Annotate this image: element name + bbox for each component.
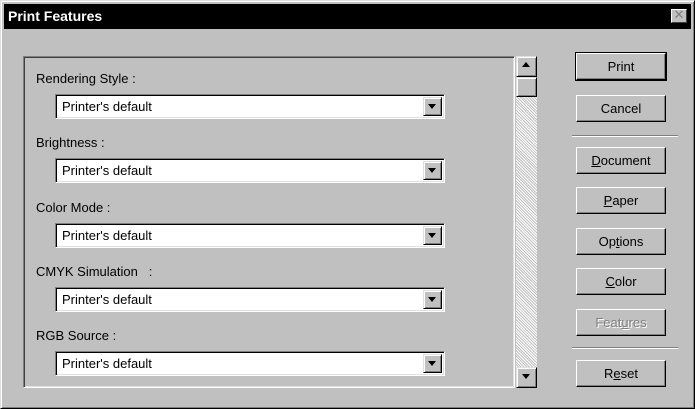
cmyk-simulation-select[interactable]: Printer's default (55, 287, 445, 312)
dropdown-button[interactable] (423, 161, 442, 180)
field-label: Rendering Style : (36, 71, 136, 86)
options-button[interactable]: Options (576, 228, 666, 255)
dialog-title: Print Features (8, 8, 103, 24)
dropdown-button[interactable] (423, 97, 442, 116)
brightness-select[interactable]: Printer's default (55, 158, 445, 183)
reset-button[interactable]: Reset (576, 360, 666, 387)
mnemonic-letter: C (605, 274, 615, 289)
button-separator (572, 135, 678, 137)
dropdown-button[interactable] (423, 290, 442, 309)
color-button[interactable]: Color (576, 268, 666, 295)
close-button[interactable]: ✕ (671, 9, 687, 23)
mnemonic-letter: e (613, 366, 621, 381)
cancel-button[interactable]: Cancel (576, 95, 666, 122)
select-value: Printer's default (62, 228, 152, 243)
button-separator (572, 347, 678, 349)
scroll-up-arrow-icon (522, 62, 530, 67)
print-features-dialog: Print Features ✕ Rendering Style : Print… (0, 0, 695, 409)
scroll-down-arrow-icon (522, 374, 530, 379)
dropdown-button[interactable] (423, 226, 442, 245)
field-label: Brightness : (36, 135, 105, 150)
chevron-down-icon (428, 361, 436, 366)
mnemonic-letter: P (603, 193, 613, 208)
color-mode-select[interactable]: Printer's default (55, 223, 445, 248)
select-value: Printer's default (62, 99, 152, 114)
chevron-down-icon (428, 233, 436, 238)
select-value: Printer's default (62, 163, 152, 178)
rgb-source-select[interactable]: Printer's default (55, 351, 445, 376)
field-label: RGB Source : (36, 328, 117, 343)
scroll-up-button[interactable] (516, 56, 537, 77)
print-button[interactable]: Print (575, 52, 667, 81)
select-value: Printer's default (62, 292, 152, 307)
mnemonic-letter: u (621, 315, 629, 330)
chevron-down-icon (428, 104, 436, 109)
chevron-down-icon (428, 297, 436, 302)
close-icon: ✕ (673, 8, 685, 23)
chevron-down-icon (428, 168, 436, 173)
field-label: Color Mode : (36, 200, 111, 215)
features-button: Features (576, 309, 666, 336)
features-list-panel: Rendering Style : Printer's default Brig… (23, 56, 515, 388)
vertical-scrollbar[interactable] (516, 56, 537, 388)
scroll-thumb[interactable] (516, 77, 537, 97)
field-label: CMYK Simulation : (36, 264, 153, 279)
rendering-style-select[interactable]: Printer's default (55, 94, 445, 119)
select-value: Printer's default (62, 356, 152, 371)
mnemonic-letter: D (591, 153, 601, 168)
title-bar[interactable]: Print Features ✕ (4, 4, 691, 29)
document-button[interactable]: Document (576, 147, 666, 174)
mnemonic-letter: t (615, 234, 620, 249)
scroll-down-button[interactable] (516, 367, 537, 388)
paper-button[interactable]: Paper (576, 187, 666, 214)
dropdown-button[interactable] (423, 354, 442, 373)
